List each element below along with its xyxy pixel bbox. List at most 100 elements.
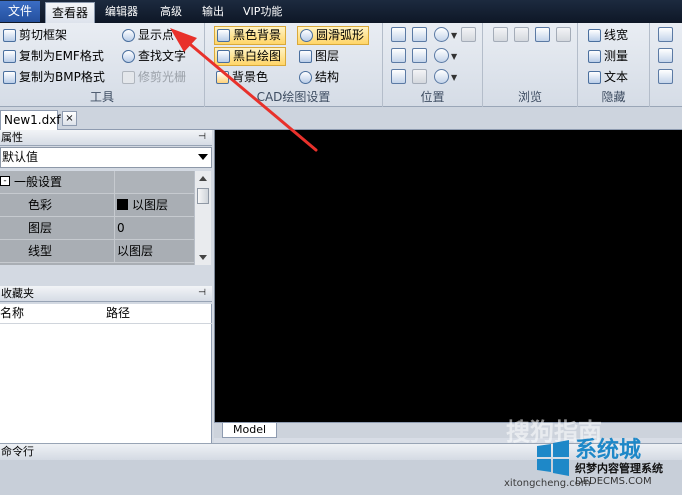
group-tools: 剪切框架 复制为EMF格式 复制为BMP格式 显示点 查找文字 修剪光栅 工具 bbox=[0, 23, 205, 107]
smooth-arc-icon bbox=[300, 29, 313, 42]
chevron-down-icon[interactable] bbox=[198, 154, 208, 160]
drawing-canvas[interactable] bbox=[214, 130, 682, 422]
menu-vip[interactable]: VIP功能 bbox=[243, 3, 282, 21]
zoom-window-icon[interactable] bbox=[412, 27, 427, 42]
black-white-icon bbox=[217, 50, 230, 63]
measure-icon bbox=[588, 50, 601, 63]
group-clipped bbox=[650, 23, 682, 107]
group-position: ▼ ▼ ▼ 位置 bbox=[383, 23, 483, 107]
windows-logo-icon bbox=[537, 440, 569, 476]
clip-frame-icon bbox=[3, 29, 16, 42]
zoom-out-dropdown-icon[interactable]: ▼ bbox=[451, 52, 457, 61]
trim-raster-button[interactable]: 修剪光栅 bbox=[122, 68, 186, 87]
line-width-button[interactable]: 线宽 bbox=[588, 26, 628, 45]
favorites-col-name[interactable]: 名称 bbox=[0, 304, 24, 323]
black-white-draw-button[interactable]: 黑白绘图 bbox=[214, 47, 287, 66]
orbit-icon[interactable] bbox=[412, 69, 427, 84]
property-value-layer[interactable]: 0 bbox=[114, 217, 194, 239]
zoom-in-dropdown-icon[interactable]: ▼ bbox=[451, 31, 457, 40]
favorites-list[interactable]: 名称 路径 bbox=[0, 304, 212, 443]
view-options-icon[interactable] bbox=[434, 69, 449, 84]
property-value-color[interactable]: 以图层 bbox=[114, 194, 194, 216]
document-tab[interactable]: New1.dxf bbox=[0, 110, 61, 130]
favorites-panel-title: 收藏夹 ⊣ bbox=[0, 286, 212, 302]
copy-bmp-button[interactable]: 复制为BMP格式 bbox=[3, 68, 105, 87]
group-browse: 浏览 bbox=[483, 23, 578, 107]
favorites-header: 名称 路径 bbox=[0, 304, 212, 324]
copy-emf-icon bbox=[3, 50, 16, 63]
zoom-out-icon[interactable] bbox=[434, 48, 449, 63]
properties-combo[interactable]: 默认值 bbox=[0, 147, 212, 168]
scrollbar-thumb[interactable] bbox=[197, 188, 209, 204]
rotate-icon[interactable] bbox=[391, 69, 406, 84]
pan-icon[interactable] bbox=[391, 27, 406, 42]
xitongcheng-url-watermark: xitongcheng.com bbox=[504, 478, 591, 489]
left-panel: 属性 ⊣ 默认值 - 一般设置 色彩 以图层 图层 0 线型 以图层 收藏夹 ⊣ bbox=[0, 130, 214, 443]
find-text-button[interactable]: 查找文字 bbox=[122, 47, 186, 66]
menu-editor[interactable]: 编辑器 bbox=[105, 3, 138, 21]
background-color-button[interactable]: 背景色 bbox=[216, 68, 268, 87]
trim-raster-icon bbox=[122, 71, 135, 84]
layers-icon bbox=[299, 50, 312, 63]
measure-button[interactable]: 测量 bbox=[588, 47, 628, 66]
hand-icon[interactable] bbox=[461, 27, 476, 42]
clipped-tool-1-icon[interactable] bbox=[658, 27, 673, 42]
fit-icon[interactable] bbox=[391, 48, 406, 63]
color-swatch-icon bbox=[117, 199, 128, 210]
structure-icon bbox=[299, 71, 312, 84]
structure-button[interactable]: 结构 bbox=[299, 68, 339, 87]
black-background-icon bbox=[217, 29, 230, 42]
property-grid: - 一般设置 色彩 以图层 图层 0 线型 以图层 bbox=[0, 171, 194, 265]
collapse-icon[interactable]: - bbox=[0, 176, 10, 186]
group-hide: 线宽 测量 文本 隐藏 bbox=[578, 23, 650, 107]
group-cad-settings: 黑色背景 黑白绘图 背景色 圆滑弧形 图层 结构 CAD绘图设置 bbox=[205, 23, 383, 107]
copy-emf-button[interactable]: 复制为EMF格式 bbox=[3, 47, 104, 66]
scroll-up-icon[interactable] bbox=[199, 176, 207, 181]
stop-icon[interactable] bbox=[556, 27, 571, 42]
text-button[interactable]: 文本 bbox=[588, 68, 628, 87]
view-options-dropdown-icon[interactable]: ▼ bbox=[451, 73, 457, 82]
zoom-extents-icon[interactable] bbox=[412, 48, 427, 63]
favorites-pin-icon[interactable]: ⊣ bbox=[198, 286, 206, 301]
copy-bmp-icon bbox=[3, 71, 16, 84]
menu-bar: 文件 查看器 编辑器 高级 输出 VIP功能 bbox=[0, 0, 682, 23]
property-category-general[interactable]: - 一般设置 bbox=[0, 171, 194, 194]
properties-panel-title: 属性 ⊣ bbox=[0, 130, 212, 146]
properties-pin-icon[interactable]: ⊣ bbox=[198, 130, 206, 145]
group-hide-label: 隐藏 bbox=[601, 90, 626, 104]
crosshair-icon bbox=[122, 29, 135, 42]
document-tab-strip: New1.dxf × bbox=[0, 107, 682, 130]
clip-frame-button[interactable]: 剪切框架 bbox=[3, 26, 67, 45]
scroll-down-icon[interactable] bbox=[199, 255, 207, 260]
tab-model[interactable]: Model bbox=[222, 423, 278, 438]
property-row-linetype[interactable]: 线型 以图层 bbox=[0, 240, 194, 263]
text-icon bbox=[588, 71, 601, 84]
background-color-icon bbox=[216, 71, 229, 84]
property-value-linetype[interactable]: 以图层 bbox=[114, 240, 194, 262]
refresh-icon[interactable] bbox=[535, 27, 550, 42]
group-browse-label: 浏览 bbox=[517, 90, 542, 104]
layers-button[interactable]: 图层 bbox=[299, 47, 339, 66]
ribbon: 剪切框架 复制为EMF格式 复制为BMP格式 显示点 查找文字 修剪光栅 工具 … bbox=[0, 23, 682, 107]
arrow-right-icon[interactable] bbox=[514, 27, 529, 42]
show-point-button[interactable]: 显示点 bbox=[122, 26, 174, 45]
arrow-left-icon[interactable] bbox=[493, 27, 508, 42]
group-tools-label: 工具 bbox=[89, 90, 114, 104]
menu-viewer[interactable]: 查看器 bbox=[45, 2, 95, 23]
black-background-button[interactable]: 黑色背景 bbox=[214, 26, 287, 45]
line-width-icon bbox=[588, 29, 601, 42]
property-grid-scrollbar[interactable] bbox=[194, 171, 211, 265]
smooth-arc-button[interactable]: 圆滑弧形 bbox=[297, 26, 370, 45]
menu-output[interactable]: 输出 bbox=[202, 3, 224, 21]
property-row-layer[interactable]: 图层 0 bbox=[0, 217, 194, 240]
property-row-color[interactable]: 色彩 以图层 bbox=[0, 194, 194, 217]
menu-advanced[interactable]: 高级 bbox=[160, 3, 182, 21]
clipped-tool-3-icon[interactable] bbox=[658, 69, 673, 84]
menu-file[interactable]: 文件 bbox=[0, 1, 40, 22]
tab-close-icon[interactable]: × bbox=[62, 111, 77, 126]
find-text-icon bbox=[122, 50, 135, 63]
group-cad-settings-label: CAD绘图设置 bbox=[256, 90, 331, 104]
clipped-tool-2-icon[interactable] bbox=[658, 48, 673, 63]
favorites-col-path[interactable]: 路径 bbox=[106, 304, 130, 323]
zoom-in-icon[interactable] bbox=[434, 27, 449, 42]
